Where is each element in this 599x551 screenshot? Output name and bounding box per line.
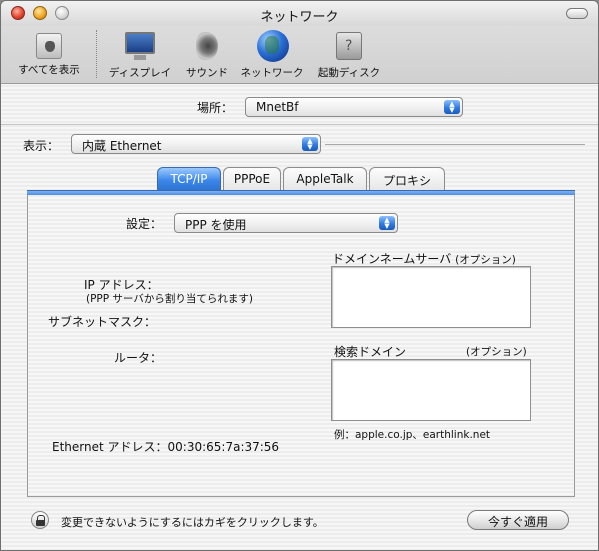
ethernet-address-label: Ethernet アドレス：	[52, 440, 168, 454]
toolbar-item-show-all[interactable]: すべてを表示	[9, 30, 89, 77]
show-popup[interactable]: 内蔵 Ethernet ▲ ▼	[71, 134, 321, 154]
location-popup[interactable]: MnetBf ▲ ▼	[245, 97, 463, 117]
toolbar-item-display[interactable]: ディスプレイ	[104, 30, 176, 80]
toolbar-item-label: ネットワーク	[240, 67, 304, 79]
divider	[1, 124, 598, 125]
tab-tcpip[interactable]: TCP/IP	[157, 167, 221, 191]
divider	[325, 144, 585, 145]
search-domains-optional: (オプション)	[466, 346, 527, 358]
show-all-icon	[36, 33, 62, 59]
configure-value: PPP を使用	[185, 218, 247, 232]
toolbar-item-label: すべてを表示	[18, 64, 80, 76]
search-domains-field[interactable]	[331, 359, 531, 421]
toolbar-item-label: 起動ディスク	[317, 67, 381, 79]
toolbar-item-sound[interactable]: サウンド	[179, 30, 235, 80]
example-text: 例：apple.co.jp、earthlink.net	[334, 429, 491, 441]
subnet-mask-label: サブネットマスク：	[48, 315, 157, 329]
dns-label-text: ドメインネームサーバ	[332, 252, 452, 266]
tcpip-panel: 設定： PPP を使用 ▲ ▼ ドメインネームサーバ (オプション) IP アドレ…	[27, 195, 575, 497]
location-value: MnetBf	[256, 100, 299, 114]
ethernet-address: Ethernet アドレス：00:30:65:7a:37:56	[52, 438, 279, 455]
ethernet-address-value: 00:30:65:7a:37:56	[167, 440, 280, 454]
configure-label: 設定：	[126, 217, 163, 231]
toolbar: すべてを表示 ディスプレイ サウンド ネットワーク 起動ディスク	[1, 26, 598, 84]
title-bar: ネットワーク	[1, 1, 598, 26]
show-value: 内蔵 Ethernet	[82, 139, 162, 153]
show-label: 表示：	[23, 139, 60, 153]
toolbar-item-network[interactable]: ネットワーク	[237, 30, 307, 80]
toolbar-item-startup-disk[interactable]: 起動ディスク	[311, 30, 387, 80]
dns-servers-field[interactable]	[331, 266, 531, 328]
tab-proxy[interactable]: プロキシ	[369, 167, 445, 191]
ip-address-note: (PPP サーバから割り当てられます)	[86, 293, 253, 305]
lock-text: 変更できないようにするにはカギをクリックします。	[61, 516, 324, 529]
apply-now-button[interactable]: 今すぐ適用	[467, 510, 569, 530]
sound-icon	[190, 30, 224, 62]
toolbar-toggle-button[interactable]	[566, 8, 588, 19]
search-domains-label: 検索ドメイン	[334, 345, 407, 359]
router-label: ルータ：	[114, 351, 163, 365]
popup-arrows-icon: ▲ ▼	[379, 216, 395, 230]
popup-arrows-icon: ▲ ▼	[444, 100, 460, 114]
location-label: 場所：	[197, 101, 234, 115]
network-preferences-window: ネットワーク すべてを表示 ディスプレイ サウンド ネットワーク 起動ディスク …	[0, 0, 599, 551]
toolbar-separator	[96, 30, 97, 78]
tab-appletalk[interactable]: AppleTalk	[283, 167, 367, 191]
dns-optional-text: (オプション)	[455, 254, 516, 266]
dns-label: ドメインネームサーバ (オプション)	[332, 250, 516, 267]
popup-arrows-icon: ▲ ▼	[302, 137, 318, 151]
toolbar-item-label: サウンド	[186, 67, 228, 79]
lock-icon[interactable]	[31, 511, 49, 529]
network-globe-icon	[255, 30, 289, 62]
configure-popup[interactable]: PPP を使用 ▲ ▼	[174, 213, 398, 233]
toolbar-item-label: ディスプレイ	[108, 67, 172, 79]
window-title: ネットワーク	[260, 10, 339, 25]
tab-pppoe[interactable]: PPPoE	[223, 167, 281, 191]
startup-disk-icon	[332, 30, 366, 62]
display-icon	[123, 30, 157, 62]
